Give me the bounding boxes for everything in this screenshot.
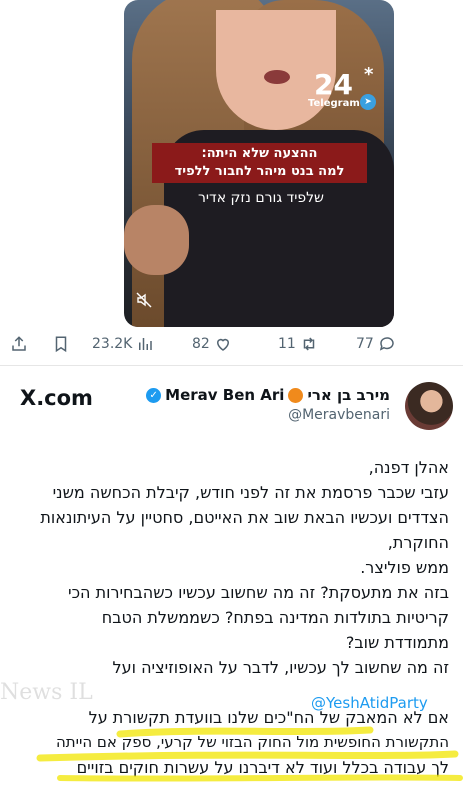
- video-frame-mouth: [264, 70, 290, 84]
- likes-count: 82: [192, 336, 210, 352]
- like-button[interactable]: 82: [192, 335, 232, 353]
- mute-icon[interactable]: [136, 292, 156, 312]
- tweet-line: אהלן דפנה,: [368, 458, 449, 477]
- bookmark-button[interactable]: [52, 335, 70, 353]
- tweet-action-bar: 23.2K 82 11 77: [0, 335, 463, 359]
- video-caption: שלפיד גורם נזק אדיר: [198, 190, 324, 206]
- tweet-line: הצדדים ועכשיו הבאת שוב את האייטם, סחטיין…: [40, 508, 449, 527]
- tweet-line: בזה את מתעסקת? זה מה שחשוב עכשיו כשהבחיר…: [67, 583, 449, 602]
- tweet-line: ממש פוליצר.: [360, 558, 449, 577]
- author-display-name: Merav Ben Ari: [165, 386, 285, 404]
- video-player[interactable]: 24 * Telegram ➤ ההצעה שלא היתה: למה בנט …: [124, 0, 394, 327]
- tweet-line: מתמודדת שוב?: [345, 633, 449, 652]
- logo-subtitle: Telegram: [308, 98, 360, 109]
- tweet-line: זה מה שחשוב לך עכשיו, לדבר על האופוזיציה…: [112, 658, 449, 677]
- logo-star: *: [364, 64, 374, 85]
- retweet-button[interactable]: 11: [278, 335, 318, 353]
- heart-icon: [216, 338, 229, 351]
- banner-line-1: ההצעה שלא היתה:: [201, 146, 318, 161]
- watermark: News IL: [0, 680, 93, 705]
- tweet-line: לך עבודה בכלל ועוד לא דיברנו על עשרות חו…: [76, 758, 449, 777]
- avatar[interactable]: [405, 382, 453, 430]
- banner-line-2: למה בנט מיהר לחבור ללפיד: [174, 164, 345, 179]
- mention-link[interactable]: @YeshAtidParty: [311, 694, 428, 712]
- author-name-row: ✓ Merav Ben Ari מירב בן ארי: [146, 386, 390, 404]
- views-count: 23.2K: [92, 336, 133, 352]
- logo-number: 24: [314, 68, 353, 101]
- orange-circle-icon: [288, 387, 304, 403]
- share-button[interactable]: [10, 335, 28, 353]
- video-banner: ההצעה שלא היתה: למה בנט מיהר לחבור ללפיד: [152, 143, 367, 183]
- share-icon: [12, 336, 26, 351]
- tweet-body: אהלן דפנה, עזבי שכבר פרסמת את זה לפני חו…: [14, 455, 449, 780]
- reply-icon: [379, 337, 394, 351]
- bookmark-icon: [55, 336, 67, 353]
- tweet-author[interactable]: ✓ Merav Ben Ari מירב בן ארי @Meravbenari: [146, 386, 390, 426]
- tweet-line: קריטיות בתולדות המדינה בפתח? כשממשלת הטב…: [101, 608, 449, 627]
- verified-icon: ✓: [146, 387, 162, 403]
- divider: [0, 365, 463, 366]
- replies-count: 77: [356, 336, 374, 352]
- tweet-line: החוקרת,: [387, 533, 449, 552]
- channel-logo: 24 * Telegram ➤: [308, 64, 386, 112]
- author-hebrew-name: מירב בן ארי: [307, 386, 390, 404]
- retweet-icon: [303, 337, 315, 351]
- source-label: X.com: [20, 386, 93, 410]
- views-button[interactable]: 23.2K: [92, 335, 154, 353]
- telegram-icon: ➤: [360, 94, 376, 110]
- views-icon: [139, 338, 153, 350]
- video-frame-hand: [124, 205, 189, 275]
- tweet-line: עזבי שכבר פרסמת את זה לפני חודש, קיבלת ה…: [52, 483, 449, 502]
- retweets-count: 11: [278, 336, 296, 352]
- reply-button[interactable]: 77: [356, 335, 396, 353]
- author-handle[interactable]: @Meravbenari: [288, 407, 390, 423]
- tweet-line: התקשורת החופשית מול החוק הבזוי של קרעי, …: [55, 733, 449, 751]
